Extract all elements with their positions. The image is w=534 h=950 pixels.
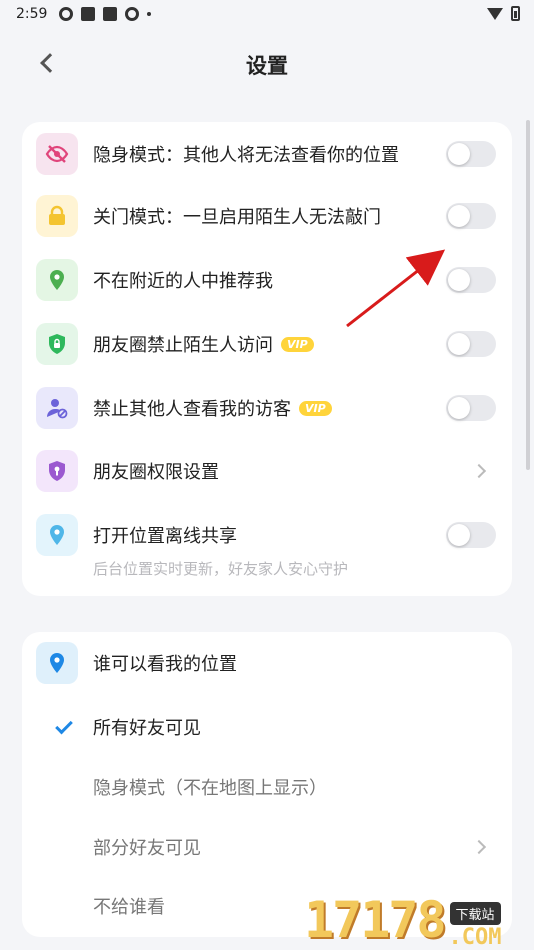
settings-row-moments-block-strangers[interactable]: 朋友圈禁止陌生人访问 VIP — [22, 313, 512, 375]
settings-row-hide-from-nearby[interactable]: 不在附近的人中推荐我 — [22, 249, 512, 311]
status-notification-icons — [59, 7, 152, 21]
option-label: 部分好友可见 — [93, 838, 201, 859]
battery-icon — [511, 6, 520, 21]
stealth-mode-toggle[interactable] — [446, 141, 496, 167]
app-notification-icon — [103, 7, 118, 21]
chevron-right-icon — [471, 839, 487, 855]
status-time: 2:59 — [16, 6, 48, 22]
chevron-right-icon — [471, 463, 487, 479]
option-label: 不给谁看 — [93, 897, 165, 918]
app-notification-icon — [81, 7, 96, 21]
user-block-icon — [36, 387, 78, 429]
privacy-settings-card: 隐身模式：其他人将无法查看你的位置 关门模式：一旦启用陌生人无法敲门 不在附近的… — [22, 122, 512, 596]
page-title: 设置 — [246, 54, 288, 78]
watermark-right: 下载站 .COM — [449, 902, 502, 950]
settings-row-label: 隐身模式：其他人将无法查看你的位置 — [93, 145, 399, 166]
app-notification-icon — [125, 7, 140, 21]
watermark-domain: .COM — [448, 925, 502, 950]
app-notification-icon — [59, 7, 74, 21]
settings-row-offline-location-share[interactable]: 打开位置离线共享 — [22, 504, 512, 566]
lock-icon — [36, 195, 78, 237]
settings-row-label: 关门模式：一旦启用陌生人无法敲门 — [93, 207, 381, 228]
hide-from-nearby-toggle[interactable] — [446, 267, 496, 293]
status-system-icons — [487, 6, 520, 21]
settings-row-label: 朋友圈权限设置 — [93, 462, 219, 483]
option-label: 隐身模式（不在地图上显示） — [93, 778, 327, 799]
watermark-digits: 17178 — [304, 891, 447, 949]
eye-slash-icon — [36, 133, 78, 175]
more-notifications-icon — [147, 12, 152, 16]
scrollbar[interactable] — [526, 120, 530, 470]
hide-visitors-toggle[interactable] — [446, 395, 496, 421]
visibility-option-all-friends[interactable]: 所有好友可见 — [22, 698, 512, 756]
offline-location-share-toggle[interactable] — [446, 522, 496, 548]
vip-badge: VIP — [281, 336, 314, 352]
location-pin-icon — [36, 259, 78, 301]
wifi-icon — [487, 7, 503, 20]
settings-row-stealth-mode[interactable]: 隐身模式：其他人将无法查看你的位置 — [22, 123, 512, 185]
settings-row-label: 打开位置离线共享 — [93, 526, 237, 547]
visibility-option-stealth[interactable]: 隐身模式（不在地图上显示） — [22, 758, 512, 816]
settings-row-label: 不在附近的人中推荐我 — [93, 271, 273, 292]
option-label: 所有好友可见 — [93, 718, 201, 739]
watermark-tag: 下载站 — [449, 902, 501, 925]
checkmark-icon — [55, 716, 73, 734]
settings-row-closed-door-mode[interactable]: 关门模式：一旦启用陌生人无法敲门 — [22, 185, 512, 247]
shield-key-icon — [36, 450, 78, 492]
settings-row-moments-permissions[interactable]: 朋友圈权限设置 — [22, 440, 512, 502]
visibility-option-some-friends[interactable]: 部分好友可见 — [22, 818, 512, 876]
settings-row-label: 禁止其他人查看我的访客 VIP — [93, 395, 332, 421]
settings-row-label: 朋友圈禁止陌生人访问 VIP — [93, 331, 314, 357]
shield-lock-icon — [36, 323, 78, 365]
visibility-header: 谁可以看我的位置 — [22, 632, 512, 694]
location-pin-icon — [36, 642, 78, 684]
moments-block-strangers-toggle[interactable] — [446, 331, 496, 357]
offline-share-description: 后台位置实时更新，好友家人安心守护 — [93, 560, 349, 578]
site-watermark: 17178 下载站 .COM — [304, 888, 534, 950]
visibility-title: 谁可以看我的位置 — [93, 654, 237, 675]
settings-row-hide-visitors[interactable]: 禁止其他人查看我的访客 VIP — [22, 377, 512, 439]
status-bar: 2:59 — [0, 0, 534, 28]
vip-badge: VIP — [299, 400, 332, 416]
location-pin-icon — [36, 514, 78, 556]
closed-door-mode-toggle[interactable] — [446, 203, 496, 229]
